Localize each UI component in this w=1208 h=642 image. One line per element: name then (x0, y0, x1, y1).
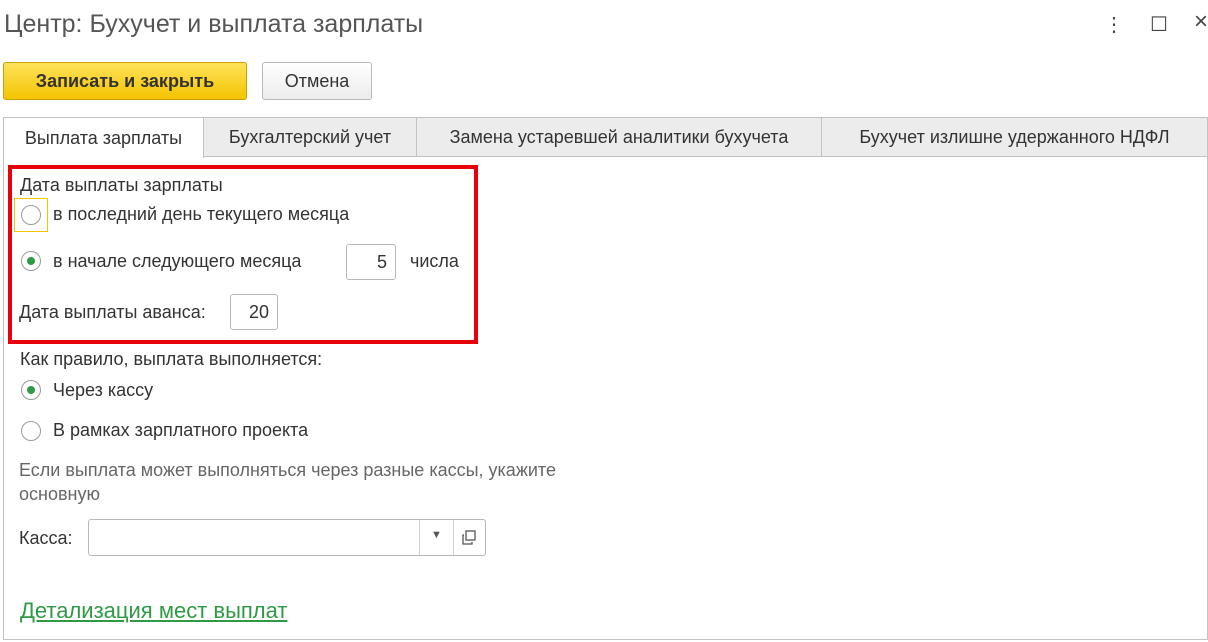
cash-desk-combobox[interactable]: ▼ (88, 519, 486, 556)
cancel-button[interactable]: Отмена (262, 62, 372, 100)
dropdown-arrow-icon[interactable]: ▼ (431, 529, 442, 541)
radio-salary-project[interactable] (21, 421, 41, 441)
cash-desk-hint: Если выплата может выполняться через раз… (19, 460, 556, 504)
highlight-frame (8, 165, 478, 344)
maximize-icon[interactable]: ☐ (1150, 12, 1168, 37)
tab-replace-analytics[interactable]: Замена устаревшей аналитики бухучета (416, 117, 822, 157)
cash-desk-label: Касса: (19, 528, 73, 548)
tab-accounting[interactable]: Бухгалтерский учет (203, 117, 417, 157)
radio-salary-project-label[interactable]: В рамках зарплатного проекта (53, 420, 308, 441)
payment-method-group-title: Как правило, выплата выполняется: (20, 349, 323, 369)
radio-cash[interactable] (21, 380, 41, 400)
payment-places-details-link[interactable]: Детализация мест выплат (20, 598, 287, 624)
tab-excess-ndfl[interactable]: Бухучет излишне удержанного НДФЛ (821, 117, 1208, 157)
more-icon[interactable]: ⋮ (1104, 12, 1124, 37)
save-and-close-button[interactable]: Записать и закрыть (3, 62, 247, 100)
radio-cash-label[interactable]: Через кассу (53, 380, 153, 401)
tab-salary-payment[interactable]: Выплата зарплаты (3, 117, 204, 158)
close-icon[interactable]: × (1194, 8, 1208, 36)
window-title: Центр: Бухучет и выплата зарплаты (4, 10, 424, 38)
open-form-icon[interactable] (461, 530, 477, 546)
